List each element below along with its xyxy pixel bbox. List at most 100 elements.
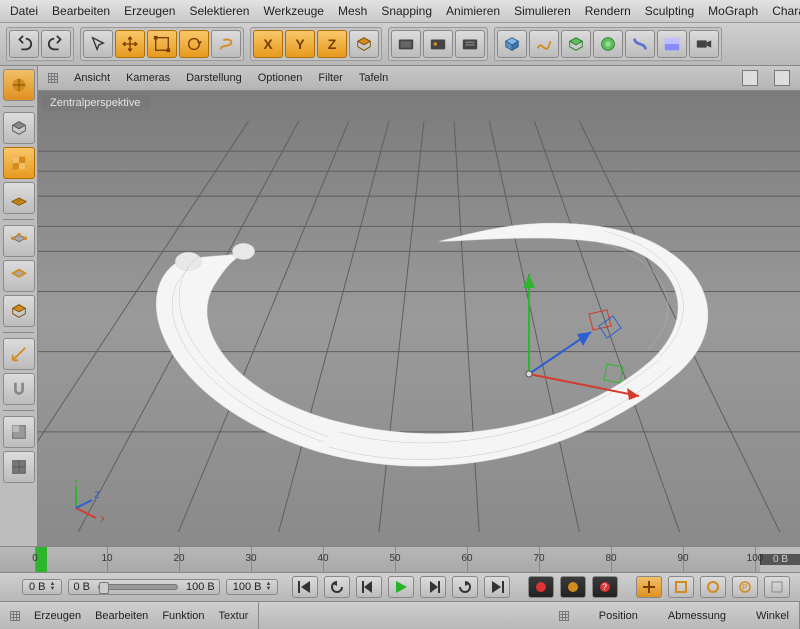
generator-button[interactable] [593,30,623,58]
mode-palette [0,66,38,546]
rotate-tool[interactable] [179,30,209,58]
menu-simulieren[interactable]: Simulieren [514,4,571,18]
tab-abmessung[interactable]: Abmessung [668,610,726,622]
key-rotate-button[interactable] [700,576,726,598]
menu-mograph[interactable]: MoGraph [708,4,758,18]
key-move-button[interactable] [636,576,662,598]
vmenu-optionen[interactable]: Optionen [258,72,303,84]
tab-winkel[interactable]: Winkel [756,610,789,622]
deformer-button[interactable] [625,30,655,58]
axis-tool-button[interactable] [3,338,35,370]
render-view-button[interactable] [391,30,421,58]
menu-charakter[interactable]: Charakt [772,4,800,18]
redo-button[interactable] [41,30,71,58]
edges-mode-button[interactable] [3,260,35,292]
prev-frame-button[interactable] [356,576,382,598]
menu-selektieren[interactable]: Selektieren [189,4,249,18]
lasso-tool[interactable] [211,30,241,58]
axis-y-toggle[interactable]: Y [285,30,315,58]
render-settings-button[interactable] [455,30,485,58]
step-fwd-loop-button[interactable] [452,576,478,598]
nurbs-button[interactable] [561,30,591,58]
axis-x-toggle[interactable]: X [253,30,283,58]
goto-start-button[interactable] [292,576,318,598]
step-back-loop-button[interactable] [324,576,350,598]
vmenu-ansicht[interactable]: Ansicht [74,72,110,84]
undo-button[interactable] [9,30,39,58]
texture-mode-button[interactable] [3,147,35,179]
svg-text:Z: Z [94,490,100,500]
tab-funktion[interactable]: Funktion [162,610,204,622]
material-panel-tabs: Erzeugen Bearbeiten Funktion Textur [0,602,259,629]
polygons-mode-button[interactable] [3,295,35,327]
key-scale-button[interactable] [668,576,694,598]
menu-mesh[interactable]: Mesh [338,4,367,18]
menu-animieren[interactable]: Animieren [446,4,500,18]
viewport-render-button[interactable] [3,451,35,483]
svg-text:Y: Y [73,480,79,486]
vmenu-kameras[interactable]: Kameras [126,72,170,84]
scale-tool[interactable] [147,30,177,58]
workplane-button[interactable] [3,182,35,214]
primitives-group [494,27,722,61]
camera-button[interactable] [689,30,719,58]
menu-bearbeiten[interactable]: Bearbeiten [52,4,110,18]
vmenu-tafeln[interactable]: Tafeln [359,72,388,84]
menu-werkzeuge[interactable]: Werkzeuge [263,4,323,18]
main-toolbar: X Y Z [0,23,800,66]
move-tool[interactable] [115,30,145,58]
tab-position[interactable]: Position [599,610,638,622]
main-menubar: Datei Bearbeiten Erzeugen Selektieren We… [0,0,800,23]
model-mode-button[interactable] [3,112,35,144]
tab-erzeugen[interactable]: Erzeugen [34,610,81,622]
key-pla-button[interactable] [764,576,790,598]
menu-rendern[interactable]: Rendern [585,4,631,18]
svg-text:X: X [100,514,104,524]
menu-sculpting[interactable]: Sculpting [645,4,694,18]
select-tool[interactable] [83,30,113,58]
transport-grip-icon[interactable] [6,582,16,592]
panel-grip-icon[interactable] [559,611,569,621]
nav-move-icon[interactable] [742,70,758,86]
snap-toggle-button[interactable] [3,373,35,405]
tab-bearbeiten[interactable]: Bearbeiten [95,610,148,622]
vmenu-filter[interactable]: Filter [318,72,342,84]
coord-system-button[interactable] [349,30,379,58]
menu-datei[interactable]: Datei [10,4,38,18]
next-frame-button[interactable] [420,576,446,598]
menu-snapping[interactable]: Snapping [381,4,432,18]
object-mode-button[interactable] [3,69,35,101]
play-button[interactable] [388,576,414,598]
axis-lock-group: X Y Z [250,27,382,61]
end-frame-field[interactable]: 100 B▲▼ [226,579,279,595]
timeline[interactable]: 0102030405060708090100 0 B [0,546,800,572]
axis-z-toggle[interactable]: Z [317,30,347,58]
vmenu-darstellung[interactable]: Darstellung [186,72,242,84]
autokey-button[interactable] [560,576,586,598]
environment-button[interactable] [657,30,687,58]
transform-gizmo[interactable] [419,264,639,484]
cube-primitive-button[interactable] [497,30,527,58]
transport-bar: 0 B▲▼ 0 B 100 B 100 B▲▼ ? P [0,572,800,601]
render-group [388,27,488,61]
start-frame-field[interactable]: 0 B▲▼ [22,579,62,595]
menu-erzeugen[interactable]: Erzeugen [124,4,175,18]
viewport-solo-button[interactable] [3,416,35,448]
key-param-button[interactable]: P [732,576,758,598]
spline-primitive-button[interactable] [529,30,559,58]
render-picture-button[interactable] [423,30,453,58]
record-button[interactable] [528,576,554,598]
nav-zoom-icon[interactable] [774,70,790,86]
range-slider[interactable]: 0 B 100 B [68,579,219,595]
keyframe-options-button[interactable]: ? [592,576,618,598]
viewport-grip-icon[interactable] [48,73,58,83]
coords-panel-tabs: Position Abmessung Winkel [549,602,800,629]
viewport-menubar: Ansicht Kameras Darstellung Optionen Fil… [38,66,800,91]
svg-text:P: P [742,583,747,592]
timeline-ruler[interactable]: 0102030405060708090100 [0,547,760,572]
points-mode-button[interactable] [3,225,35,257]
tab-textur[interactable]: Textur [219,610,249,622]
goto-end-button[interactable] [484,576,510,598]
panel-grip-icon[interactable] [10,611,20,621]
perspective-viewport[interactable]: Zentralperspektive [38,91,800,546]
